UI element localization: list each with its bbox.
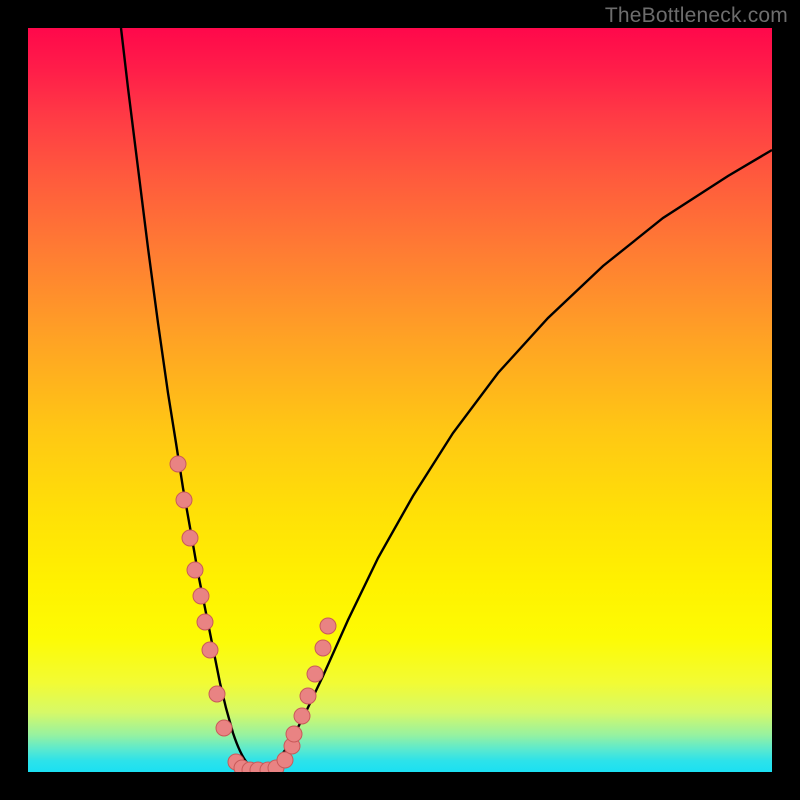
valley-dots [234,760,284,772]
watermark-text: TheBottleneck.com [605,4,788,28]
chart-frame: TheBottleneck.com [0,0,800,800]
bottleneck-curve [121,28,772,770]
curve-layer [28,28,772,772]
plot-area [28,28,772,772]
right-branch-dots [277,618,336,768]
